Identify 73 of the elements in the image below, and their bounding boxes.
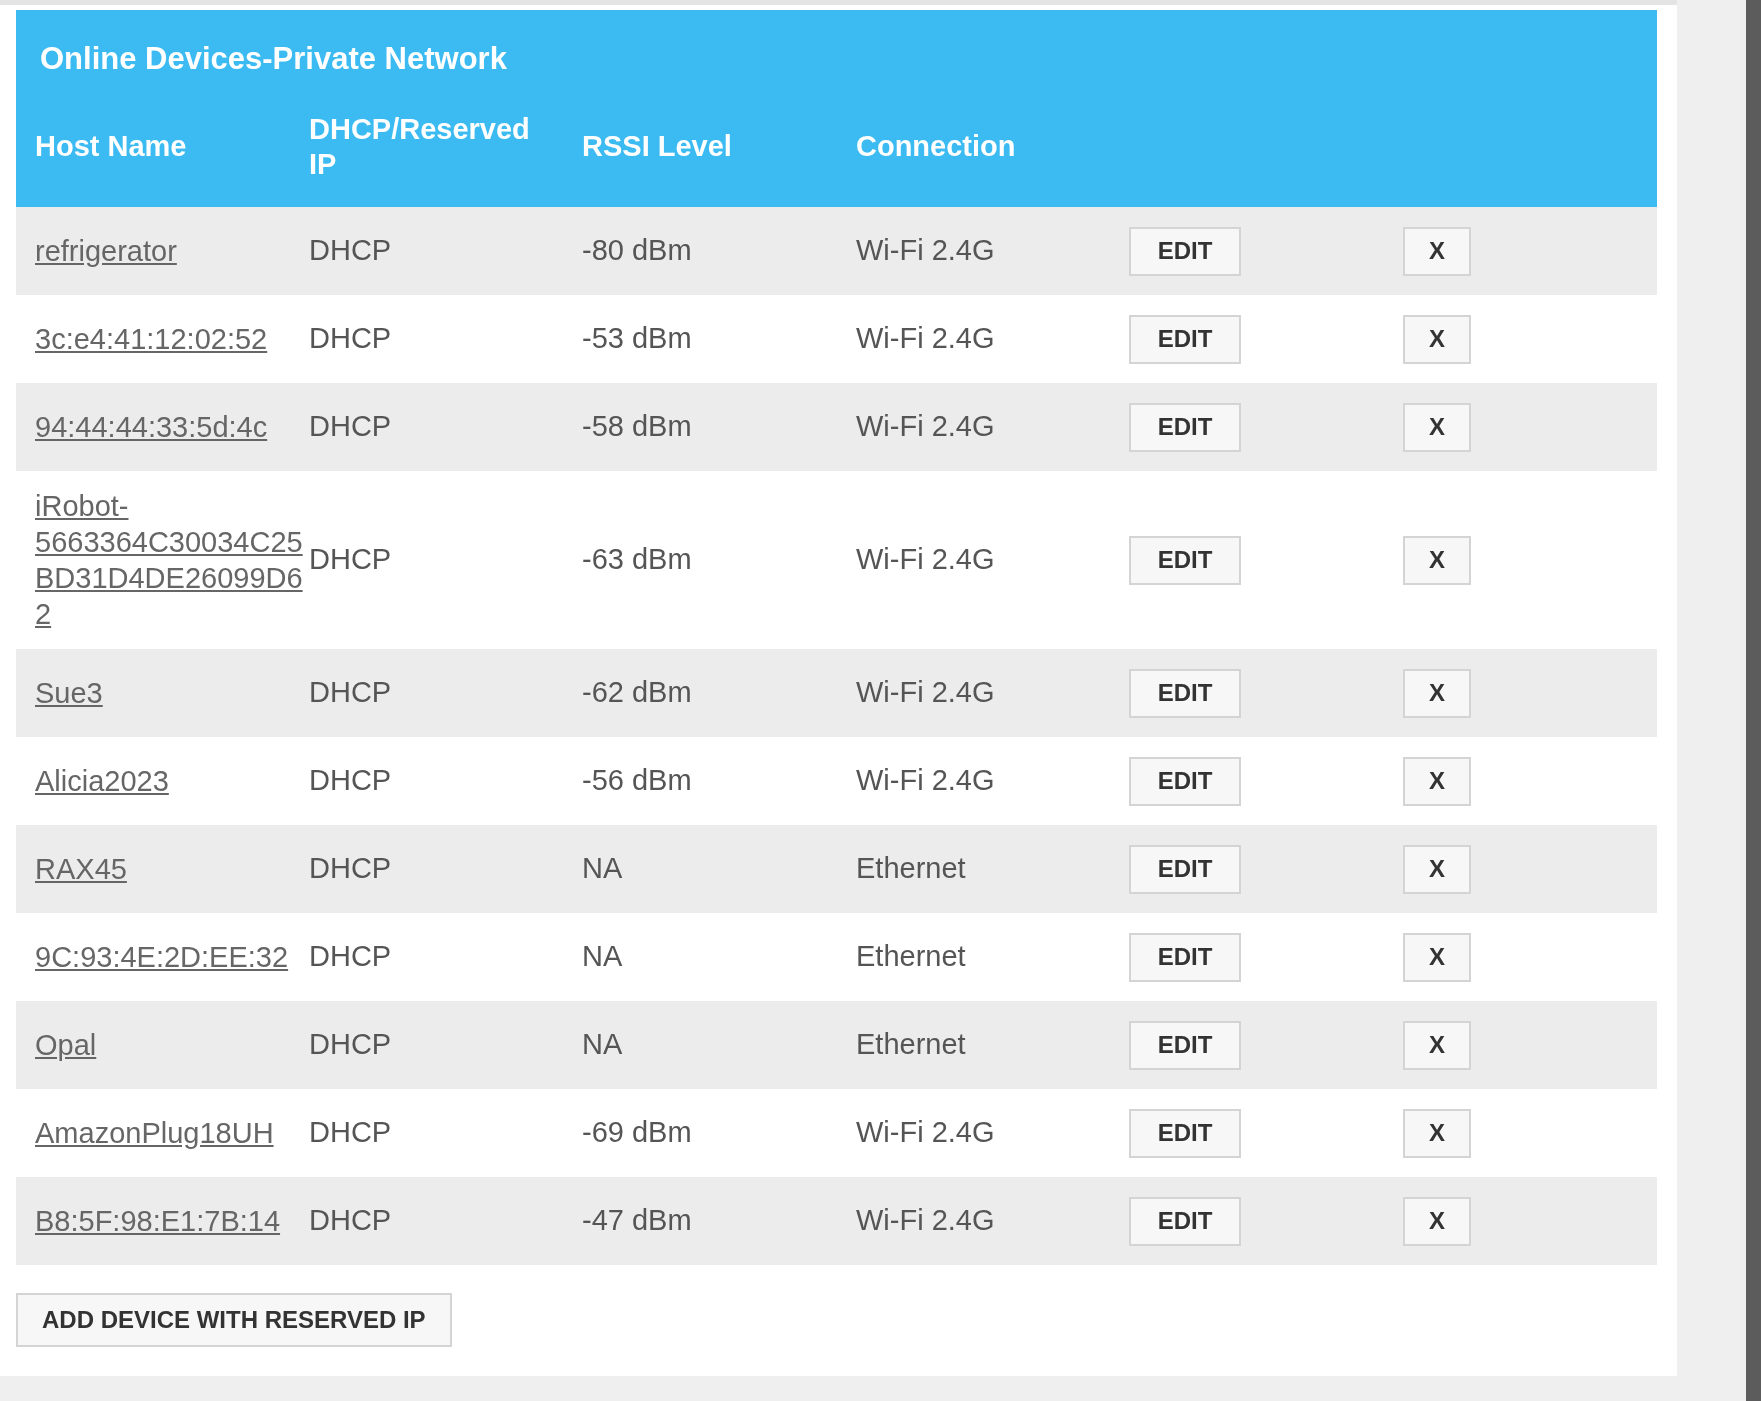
table-cell-text: NA xyxy=(582,1027,624,1063)
edit-button[interactable]: EDIT xyxy=(1129,1196,1241,1246)
table-cell-text: DHCP xyxy=(309,1027,393,1063)
table-cell-text: Wi-Fi 2.4G xyxy=(856,409,996,445)
remove-button[interactable]: X xyxy=(1403,1020,1471,1070)
table-cell-text: -47 dBm xyxy=(582,1203,693,1239)
edit-button[interactable]: EDIT xyxy=(1129,1108,1241,1158)
table-cell-text: DHCP xyxy=(309,542,393,578)
table-cell-text: DHCP xyxy=(309,939,393,975)
edit-button[interactable]: EDIT xyxy=(1129,226,1241,276)
table-cell-text: Ethernet xyxy=(856,1027,967,1063)
host-name-link[interactable]: Opal xyxy=(35,1027,309,1063)
table-cell-text: -80 dBm xyxy=(582,233,693,269)
host-name-link[interactable]: B8:5F:98:E1:7B:14 xyxy=(35,1203,309,1239)
remove-button[interactable]: X xyxy=(1403,1196,1471,1246)
edit-button[interactable]: EDIT xyxy=(1129,535,1241,585)
host-name-link[interactable]: Alicia2023 xyxy=(35,763,309,799)
table-cell-text: Wi-Fi 2.4G xyxy=(856,675,996,711)
host-name-link[interactable]: refrigerator xyxy=(35,233,309,269)
remove-button[interactable]: X xyxy=(1403,756,1471,806)
table-cell-text: Wi-Fi 2.4G xyxy=(856,763,996,799)
host-name-link[interactable]: RAX45 xyxy=(35,851,309,887)
table-cell-text: DHCP xyxy=(309,763,393,799)
edit-button[interactable]: EDIT xyxy=(1129,932,1241,982)
edit-button[interactable]: EDIT xyxy=(1129,756,1241,806)
edit-button[interactable]: EDIT xyxy=(1129,1020,1241,1070)
table-cell-text: DHCP xyxy=(309,675,393,711)
table-cell-text: NA xyxy=(582,851,624,887)
column-header: DHCP/Reserved IP xyxy=(309,111,531,182)
table-cell-text: Wi-Fi 2.4G xyxy=(856,233,996,269)
host-name-link[interactable]: 3c:e4:41:12:02:52 xyxy=(35,321,309,357)
table-cell-text: DHCP xyxy=(309,851,393,887)
table-cell-text: -58 dBm xyxy=(582,409,693,445)
host-name-link[interactable]: 94:44:44:33:5d:4c xyxy=(35,409,309,445)
table-cell-text: -69 dBm xyxy=(582,1115,693,1151)
column-header: RSSI Level xyxy=(582,129,733,164)
remove-button[interactable]: X xyxy=(1403,844,1471,894)
remove-button[interactable]: X xyxy=(1403,1108,1471,1158)
table-cell-text: Ethernet xyxy=(856,939,967,975)
add-device-button[interactable]: ADD DEVICE WITH RESERVED IP xyxy=(16,1293,452,1347)
table-cell-text: DHCP xyxy=(309,1115,393,1151)
edit-button[interactable]: EDIT xyxy=(1129,668,1241,718)
scrollbar[interactable] xyxy=(1746,0,1761,1401)
host-name-link[interactable]: Sue3 xyxy=(35,675,309,711)
table-cell-text: NA xyxy=(582,939,624,975)
remove-button[interactable]: X xyxy=(1403,226,1471,276)
column-header: Connection xyxy=(856,129,1017,164)
edit-button[interactable]: EDIT xyxy=(1129,402,1241,452)
table-cell-text: Wi-Fi 2.4G xyxy=(856,1115,996,1151)
panel-title: Online Devices-Private Network xyxy=(39,40,508,78)
host-name-link[interactable]: iRobot-5663364C30034C25BD31D4DE26099D62 xyxy=(35,488,309,632)
edit-button[interactable]: EDIT xyxy=(1129,844,1241,894)
remove-button[interactable]: X xyxy=(1403,314,1471,364)
table-cell-text: Wi-Fi 2.4G xyxy=(856,321,996,357)
remove-button[interactable]: X xyxy=(1403,535,1471,585)
table-cell-text: DHCP xyxy=(309,409,393,445)
remove-button[interactable]: X xyxy=(1403,402,1471,452)
table-cell-text: Wi-Fi 2.4G xyxy=(856,1203,996,1239)
remove-button[interactable]: X xyxy=(1403,668,1471,718)
table-cell-text: DHCP xyxy=(309,321,393,357)
table-cell-text: DHCP xyxy=(309,1203,393,1239)
table-cell-text: -53 dBm xyxy=(582,321,693,357)
remove-button[interactable]: X xyxy=(1403,932,1471,982)
host-name-link[interactable]: AmazonPlug18UH xyxy=(35,1115,309,1151)
table-cell-text: Wi-Fi 2.4G xyxy=(856,542,996,578)
table-cell-text: -62 dBm xyxy=(582,675,693,711)
table-cell-text: Ethernet xyxy=(856,851,967,887)
column-header: Host Name xyxy=(35,129,188,164)
edit-button[interactable]: EDIT xyxy=(1129,314,1241,364)
table-cell-text: -56 dBm xyxy=(582,763,693,799)
table-cell-text: -63 dBm xyxy=(582,542,693,578)
host-name-link[interactable]: 9C:93:4E:2D:EE:32 xyxy=(35,939,309,975)
table-cell-text: DHCP xyxy=(309,233,393,269)
